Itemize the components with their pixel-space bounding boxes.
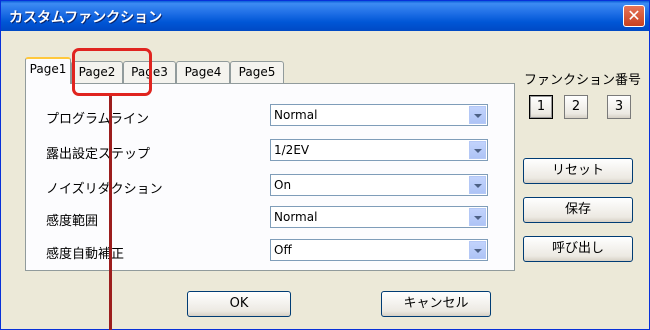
noise-reduction-label: ノイズリダクション — [46, 182, 163, 197]
page1-panel: プログラムライン Normal 露出設定ステップ 1/2EV ノイズリダクション… — [25, 83, 515, 271]
auto-iso-correction-select[interactable]: Off — [270, 239, 488, 261]
noise-reduction-select[interactable]: On — [270, 174, 488, 196]
page2-tab-highlight — [72, 48, 152, 96]
reset-button[interactable]: リセット — [523, 158, 633, 184]
exposure-step-value: 1/2EV — [274, 143, 310, 157]
iso-range-select[interactable]: Normal — [270, 206, 488, 228]
auto-iso-correction-value: Off — [274, 243, 292, 257]
close-button[interactable]: ✕ — [623, 5, 645, 27]
iso-range-value: Normal — [274, 210, 318, 224]
function-number-2-button[interactable]: 2 — [564, 95, 588, 119]
callout-pointer-line — [109, 96, 112, 330]
tab-page5[interactable]: Page5 — [230, 61, 284, 83]
chevron-down-icon[interactable] — [469, 141, 486, 159]
exposure-step-label: 露出設定ステップ — [46, 147, 151, 162]
auto-iso-correction-label: 感度自動補正 — [46, 247, 125, 262]
tab-page1[interactable]: Page1 — [25, 57, 71, 84]
chevron-down-icon[interactable] — [469, 176, 486, 194]
cancel-button[interactable]: キャンセル — [381, 291, 491, 317]
save-button[interactable]: 保存 — [523, 197, 633, 223]
function-number-3-button[interactable]: 3 — [607, 95, 631, 119]
noise-reduction-value: On — [274, 178, 292, 192]
chevron-down-icon[interactable] — [469, 241, 486, 259]
ok-button[interactable]: OK — [187, 291, 291, 317]
function-number-label: ファンクション番号 — [524, 73, 642, 88]
program-line-value: Normal — [274, 108, 318, 122]
function-number-1-button[interactable]: 1 — [529, 95, 553, 119]
iso-range-label: 感度範囲 — [46, 214, 99, 229]
close-icon: ✕ — [627, 6, 641, 25]
program-line-label: プログラムライン — [46, 112, 149, 127]
title-bar: カスタムファンクション ✕ — [1, 1, 649, 31]
load-button[interactable]: 呼び出し — [523, 236, 633, 262]
chevron-down-icon[interactable] — [469, 208, 486, 226]
chevron-down-icon[interactable] — [469, 106, 486, 124]
exposure-step-select[interactable]: 1/2EV — [270, 139, 488, 161]
window-title: カスタムファンクション — [9, 10, 163, 26]
program-line-select[interactable]: Normal — [270, 104, 488, 126]
tab-page4[interactable]: Page4 — [176, 61, 230, 83]
